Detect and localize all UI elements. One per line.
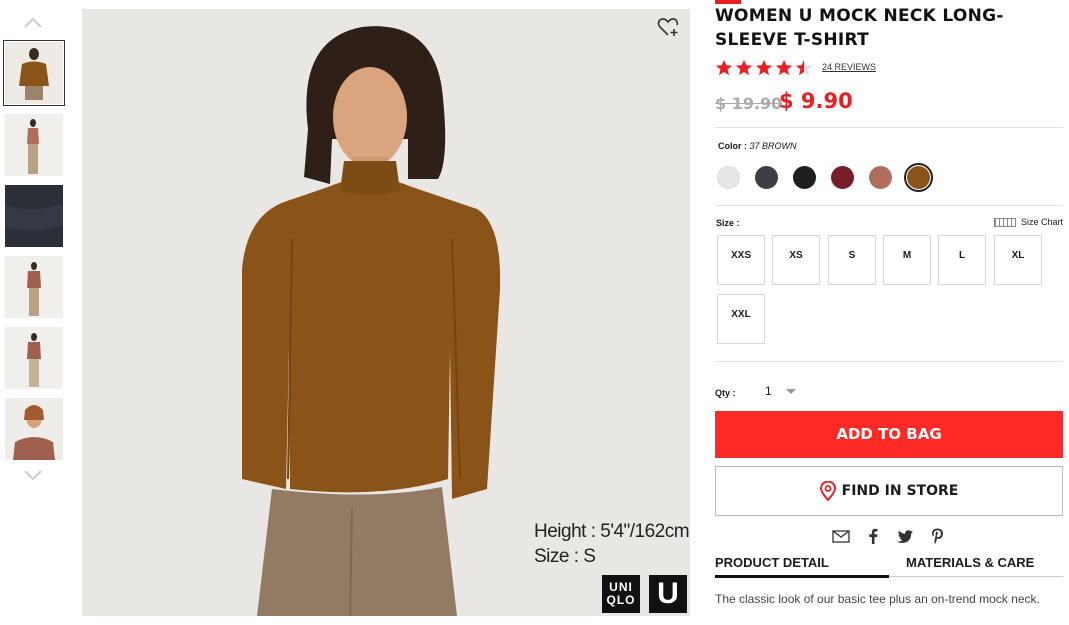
thumbnail-gallery: [0, 0, 72, 625]
main-product-image: Height : 5'4"/162cm Size : S UNI QLO U: [82, 9, 690, 616]
size-chart-label: Size Chart: [1020, 217, 1063, 227]
star-icon: [715, 59, 733, 76]
size-option-l[interactable]: L: [938, 235, 986, 285]
thumbnail-up-arrow-icon[interactable]: [20, 12, 46, 34]
selected-color-name: 37 BROWN: [749, 141, 797, 151]
size-option-xxl[interactable]: XXL: [717, 294, 765, 344]
swatch-dark-gray[interactable]: [755, 166, 778, 189]
divider: [715, 361, 1063, 362]
tab-materials-care[interactable]: MATERIALS & CARE: [906, 555, 1034, 570]
swatch-wine[interactable]: [831, 166, 854, 189]
size-option-m[interactable]: M: [883, 235, 931, 285]
product-tabs: PRODUCT DETAIL MATERIALS & CARE: [715, 555, 1063, 579]
swatch-brown[interactable]: [904, 163, 933, 192]
qty-label: Qty :: [715, 388, 736, 398]
model-size: Size : S: [534, 546, 596, 567]
color-swatches: [717, 163, 933, 192]
size-option-xl[interactable]: XL: [994, 235, 1042, 285]
star-icon: [775, 59, 793, 76]
tab-product-detail[interactable]: PRODUCT DETAIL: [715, 555, 829, 570]
u-logo: U: [649, 575, 687, 613]
model-info-caption: Height : 5'4"/162cm Size : S: [534, 519, 690, 569]
half-star-icon: [795, 59, 813, 76]
find-in-store-label: FIND IN STORE: [841, 483, 959, 499]
share-icons: [831, 527, 947, 545]
swatch-black[interactable]: [793, 166, 816, 189]
facebook-icon[interactable]: [863, 527, 883, 545]
add-to-wishlist-heart-icon[interactable]: [656, 15, 680, 39]
product-description: The classic look of our basic tee plus a…: [715, 592, 1040, 606]
uniqlo-logo: UNI QLO: [602, 575, 640, 613]
product-title: WOMEN U MOCK NECK LONG-SLEEVE T-SHIRT: [715, 6, 1004, 50]
quantity-select[interactable]: 1: [765, 382, 809, 400]
thumbnail-1[interactable]: [3, 40, 65, 106]
star-icon: [735, 59, 753, 76]
find-in-store-button[interactable]: FIND IN STORE: [715, 466, 1063, 516]
thumbnail-3[interactable]: [5, 185, 63, 247]
tab-underline: [889, 576, 1063, 577]
add-to-bag-button[interactable]: ADD TO BAG: [715, 411, 1063, 458]
thumbnail-2[interactable]: [5, 114, 63, 176]
product-info-panel: WOMEN U MOCK NECK LONG-SLEEVE T-SHIRT 24…: [715, 0, 1063, 625]
divider: [715, 127, 1063, 128]
rating-stars: [715, 59, 813, 77]
ruler-icon: [993, 217, 1016, 227]
thumbnail-5[interactable]: [5, 327, 63, 389]
active-tab-indicator: [715, 575, 889, 578]
original-price: $ 19.90: [715, 94, 783, 113]
thumbnail-6[interactable]: [5, 398, 63, 460]
sale-price: $ 9.90: [779, 89, 853, 113]
swatch-pink-brown[interactable]: [869, 166, 892, 189]
logo-bottom-text: QLO: [606, 593, 636, 607]
swatch-white[interactable]: [717, 166, 740, 189]
quantity-value: 1: [765, 384, 772, 398]
location-pin-icon: [819, 481, 836, 501]
twitter-icon[interactable]: [895, 527, 915, 545]
star-icon: [755, 59, 773, 76]
color-label: Color : 37 BROWN: [718, 141, 797, 151]
size-label: Size :: [716, 218, 740, 228]
thumbnail-4[interactable]: [5, 256, 63, 318]
size-option-s[interactable]: S: [828, 235, 876, 285]
size-option-xs[interactable]: XS: [772, 235, 820, 285]
email-icon[interactable]: [831, 527, 851, 545]
color-label-text: Color :: [718, 141, 747, 151]
model-height: Height : 5'4"/162cm: [534, 521, 690, 542]
reviews-link[interactable]: 24 REVIEWS: [822, 62, 876, 72]
thumbnail-down-arrow-icon[interactable]: [20, 464, 46, 486]
chevron-down-icon: [785, 388, 796, 394]
size-option-xxs[interactable]: XXS: [717, 235, 765, 285]
pinterest-icon[interactable]: [927, 527, 947, 545]
size-chart-link[interactable]: Size Chart: [993, 217, 1063, 227]
divider: [715, 205, 1063, 206]
